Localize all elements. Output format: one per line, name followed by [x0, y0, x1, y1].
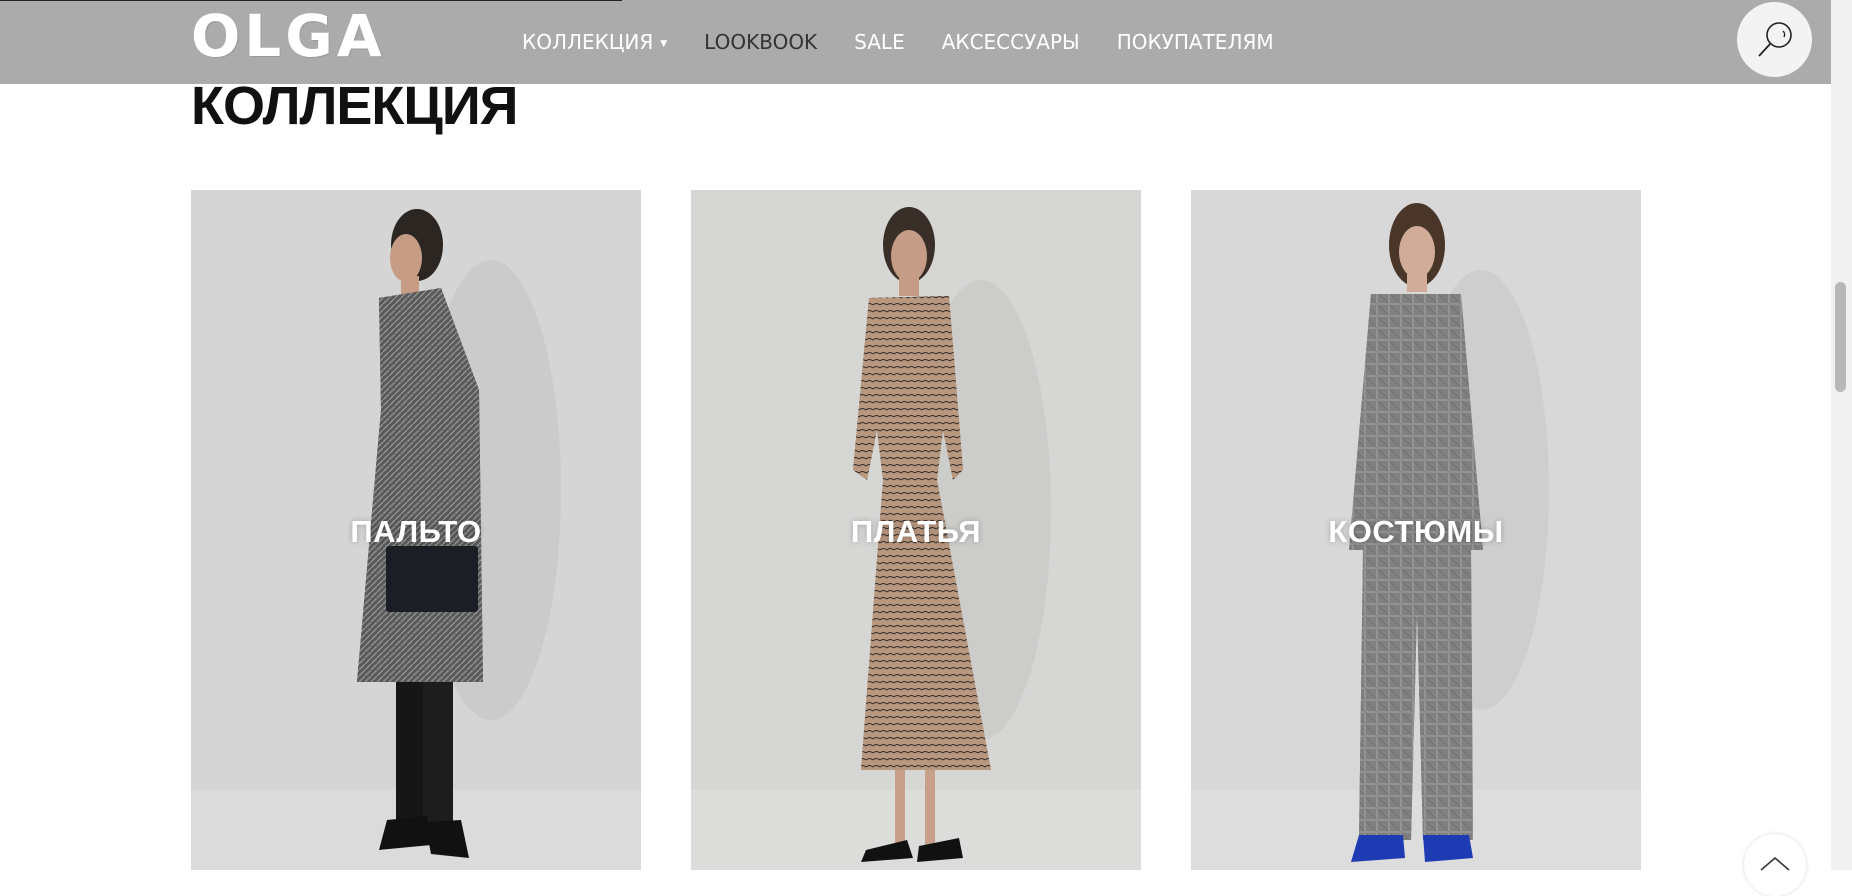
- category-card-suits[interactable]: КОСТЮМЫ: [1191, 190, 1641, 870]
- search-icon: [1757, 21, 1792, 57]
- nav-item-label: АКСЕССУАРЫ: [941, 30, 1080, 54]
- category-label: КОСТЮМЫ: [1328, 514, 1504, 549]
- nav-item-label: КОЛЛЕКЦИЯ: [522, 30, 654, 54]
- category-label: ПАЛЬТО: [350, 514, 482, 549]
- category-card-dresses[interactable]: ПЛАТЬЯ: [691, 190, 1141, 870]
- category-label: ПЛАТЬЯ: [850, 514, 982, 549]
- main-nav: КОЛЛЕКЦИЯ ▼ LOOKBOOK SALE АКСЕССУАРЫ ПОК…: [522, 0, 1311, 84]
- nav-item-label: SALE: [854, 30, 905, 54]
- site-header: OLGA КОЛЛЕКЦИЯ ▼ LOOKBOOK SALE АКСЕССУАР…: [0, 0, 1831, 84]
- nav-item-accessories[interactable]: АКСЕССУАРЫ: [942, 30, 1080, 54]
- nav-item-collection[interactable]: КОЛЛЕКЦИЯ ▼: [522, 30, 667, 54]
- scrollbar-thumb[interactable]: [1835, 282, 1846, 392]
- search-button[interactable]: [1737, 2, 1812, 77]
- category-card-coats[interactable]: ПАЛЬТО: [191, 190, 641, 870]
- page-scrollbar[interactable]: [1831, 0, 1852, 870]
- nav-item-lookbook[interactable]: LOOKBOOK: [704, 30, 817, 54]
- chevron-up-icon: [1760, 856, 1790, 871]
- nav-item-label: LOOKBOOK: [704, 30, 818, 54]
- scroll-to-top-button[interactable]: [1744, 834, 1806, 896]
- nav-item-label: ПОКУПАТЕЛЯМ: [1116, 30, 1274, 54]
- nav-item-sale[interactable]: SALE: [854, 30, 905, 54]
- nav-item-customers[interactable]: ПОКУПАТЕЛЯМ: [1117, 30, 1274, 54]
- site-logo[interactable]: OLGA: [191, 6, 382, 66]
- page-title: КОЛЛЕКЦИЯ: [191, 76, 518, 136]
- caret-down-icon: ▼: [660, 38, 668, 49]
